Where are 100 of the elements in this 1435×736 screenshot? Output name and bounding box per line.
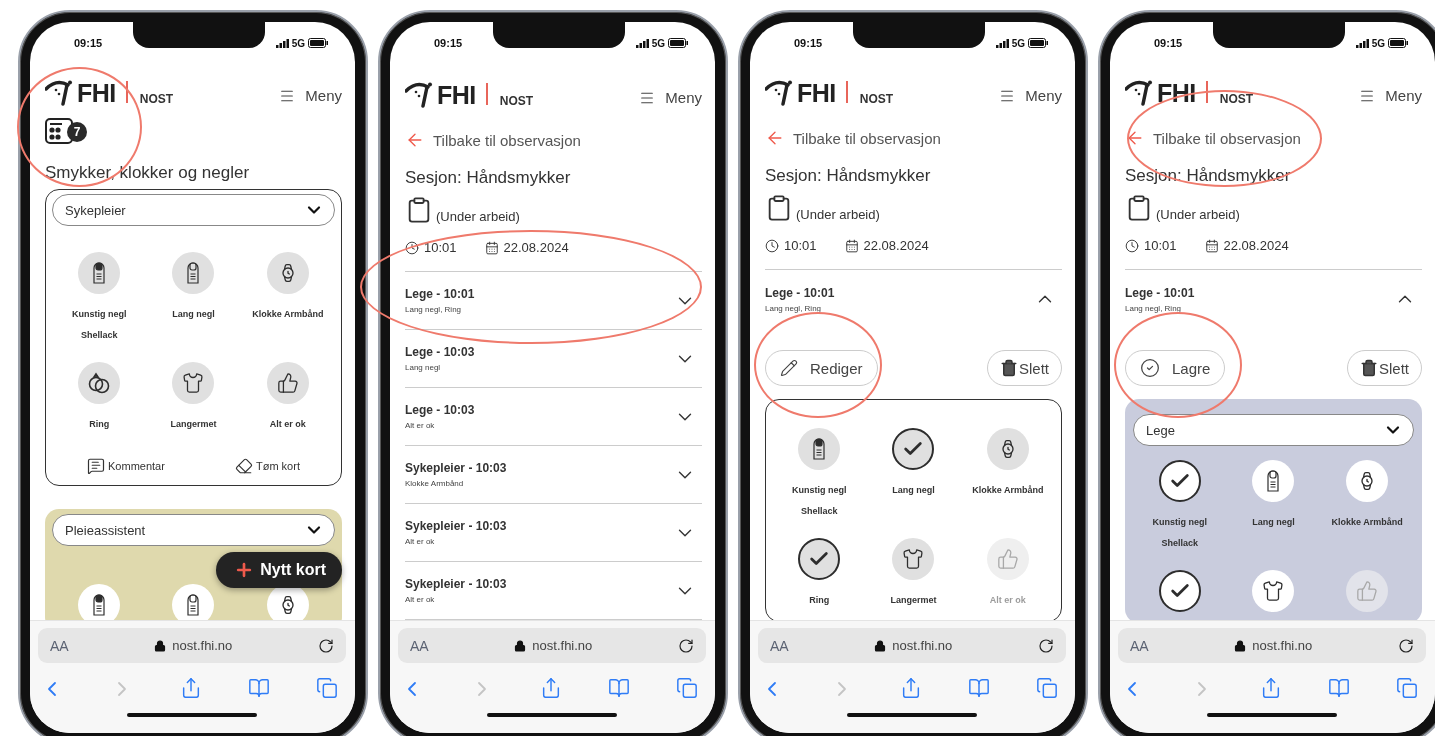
entry-title: Lege - 10:01 (1125, 285, 1195, 300)
artificial-nail-option-button[interactable] (78, 252, 121, 294)
option-label: Lang negl (172, 308, 215, 321)
session-title: Sesjon: Håndsmykker (765, 166, 932, 186)
session-status: (Under arbeid) (796, 207, 880, 222)
checked-ring-option-button[interactable] (798, 538, 841, 580)
entry-detail: Alt er ok (405, 595, 436, 604)
checked-long-nail-option-button[interactable] (892, 428, 935, 470)
book-icon[interactable] (968, 677, 990, 699)
entry-title: Lege - 10:03 (405, 345, 475, 359)
all-ok-option-button[interactable] (266, 362, 309, 404)
share-icon[interactable] (540, 677, 562, 699)
shirt-icon (182, 372, 205, 394)
url-text: nost.fhi.no (532, 638, 593, 653)
artificial-nail-option-button[interactable] (798, 428, 841, 470)
entry-row[interactable]: Lege - 10:03 Lang negl (405, 330, 702, 388)
menu-button[interactable]: Meny (1359, 87, 1422, 104)
back-link[interactable]: Tilbake til observasjon (765, 128, 941, 148)
share-icon[interactable] (900, 677, 922, 699)
session-date: 22.08.2024 (503, 240, 569, 255)
shirt-icon (902, 548, 925, 570)
edit-button[interactable]: Rediger (765, 350, 878, 386)
menu-button[interactable]: Meny (999, 87, 1062, 104)
entry-detail: Lang negl (405, 363, 442, 372)
watch-option-button[interactable] (266, 252, 309, 294)
option-label: Langermet (170, 418, 217, 431)
entry-row[interactable]: Lege - 10:03 Alt er ok (405, 388, 702, 446)
battery-icon (308, 38, 329, 48)
status-time: 09:15 (74, 37, 103, 49)
role-dropdown[interactable]: Pleieassistent (52, 514, 335, 546)
long-sleeve-option-button[interactable] (1252, 570, 1295, 612)
delete-button[interactable]: Slett (1347, 350, 1422, 386)
lock-icon (1234, 639, 1247, 652)
session-date: 22.08.2024 (1223, 238, 1289, 253)
save-button[interactable]: Lagre (1125, 350, 1226, 386)
product-name: NOST (859, 92, 894, 106)
address-bar[interactable]: AA nost.fhi.no (758, 628, 1066, 663)
tabs-icon[interactable] (676, 677, 698, 699)
entry-row[interactable]: Sykepleier - 10:03 Klokke Armbånd (405, 446, 702, 504)
check-circle-icon (1140, 358, 1160, 378)
back-link[interactable]: Tilbake til observasjon (405, 130, 581, 150)
new-card-button[interactable]: Nytt kort (216, 552, 342, 588)
long-nail-option-button[interactable] (172, 252, 215, 294)
share-icon[interactable] (180, 677, 202, 699)
session-status: (Under arbeid) (1156, 207, 1240, 222)
logo-mark-icon (1125, 80, 1155, 106)
clear-button[interactable]: Tøm kort (234, 457, 300, 475)
long-sleeve-option-button[interactable] (892, 538, 935, 580)
product-name: NOST (1219, 92, 1254, 106)
reload-icon (1398, 637, 1414, 654)
count-badge: 7 (67, 122, 87, 142)
tabs-icon[interactable] (1036, 677, 1058, 699)
pencil-icon (780, 359, 798, 377)
entry-detail: Klokke Armbånd (405, 479, 465, 488)
battery-icon (1388, 38, 1409, 48)
role-dropdown[interactable]: Lege (1133, 414, 1414, 446)
role-dropdown[interactable]: Sykepleier (52, 194, 335, 226)
logo-text: FHI (77, 80, 116, 106)
back-link[interactable]: Tilbake til observasjon (1125, 128, 1301, 148)
watch-option-button[interactable] (1346, 460, 1389, 502)
option-label: Alt er ok (269, 418, 306, 431)
network-label: 5G (1371, 37, 1385, 49)
option-label: Kunstig negl Shellack (791, 484, 847, 518)
lock-icon (514, 639, 527, 652)
entry-title: Sykepleier - 10:03 (405, 519, 507, 533)
watch-option-button[interactable] (986, 428, 1029, 470)
tabs-icon[interactable] (316, 677, 338, 699)
session-time: 10:01 (784, 238, 817, 253)
book-icon[interactable] (608, 677, 630, 699)
logo-text: FHI (437, 82, 476, 108)
dropdown-value: Lege (1146, 422, 1175, 438)
share-icon[interactable] (1260, 677, 1282, 699)
long-nail-option-button[interactable] (172, 584, 215, 620)
logo-text: FHI (797, 80, 836, 106)
delete-button[interactable]: Slett (987, 350, 1062, 386)
entry-detail: Lang negl, Ring (405, 305, 463, 314)
logo-mark-icon (765, 80, 795, 106)
checked-artificial-nail-option-button[interactable] (1158, 460, 1201, 502)
address-bar[interactable]: AA nost.fhi.no (38, 628, 346, 663)
product-name: NOST (499, 94, 534, 108)
comment-button[interactable]: Kommentar (87, 457, 165, 475)
entry-row[interactable]: Lege - 10:01 Lang negl, Ring (405, 272, 702, 330)
menu-button[interactable]: Meny (639, 89, 702, 106)
artificial-nail-option-button[interactable] (78, 584, 121, 620)
entry-row[interactable]: Sykepleier - 10:03 Alt er ok (405, 504, 702, 562)
long-nail-option-button[interactable] (1252, 460, 1295, 502)
menu-button[interactable]: Meny (279, 87, 342, 104)
checked-ring-option-button[interactable] (1158, 570, 1201, 612)
address-bar[interactable]: AA nost.fhi.no (1118, 628, 1426, 663)
clock-icon (405, 240, 419, 255)
ring-option-button[interactable] (78, 362, 121, 404)
tabs-icon[interactable] (1396, 677, 1418, 699)
address-bar[interactable]: AA nost.fhi.no (398, 628, 706, 663)
signal-icon (635, 38, 649, 48)
text-size-label: AA (770, 637, 789, 654)
book-icon[interactable] (248, 677, 270, 699)
book-icon[interactable] (1328, 677, 1350, 699)
calendar-icon (484, 240, 499, 255)
long-sleeve-option-button[interactable] (172, 362, 215, 404)
card-stack-icon (45, 118, 73, 144)
